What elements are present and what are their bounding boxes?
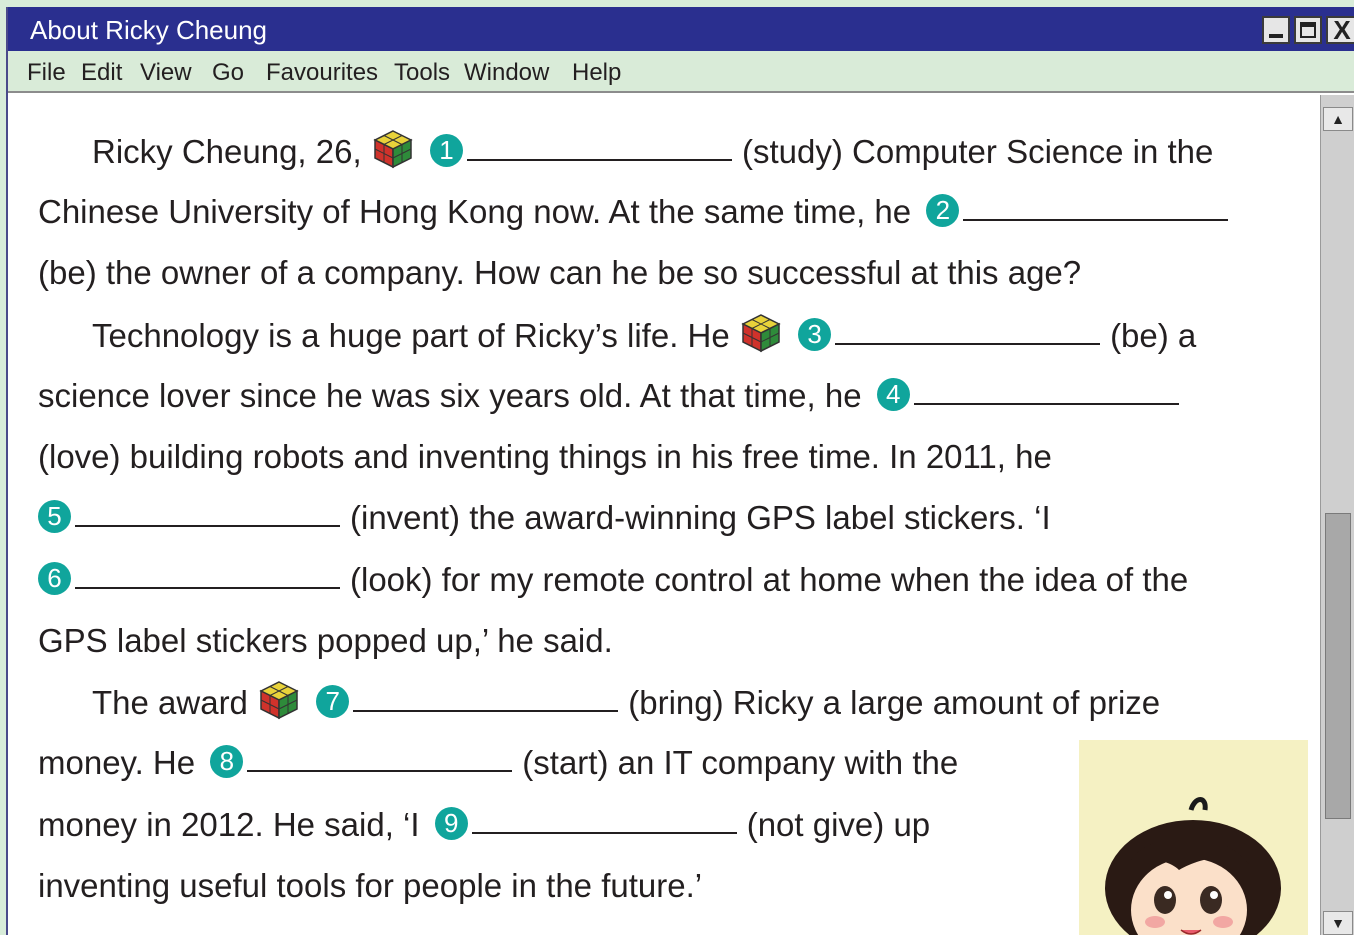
- question-number-3: 3: [798, 318, 832, 351]
- menu-favourites[interactable]: Favourites: [266, 59, 378, 87]
- menu-edit[interactable]: Edit: [81, 59, 122, 87]
- text-segment: science lover since he was six years old…: [38, 377, 862, 414]
- text-line: (love) building robots and inventing thi…: [38, 435, 1052, 479]
- window-title: About Ricky Cheung: [30, 15, 268, 45]
- answer-blank-3[interactable]: [835, 343, 1101, 345]
- maximize-button[interactable]: [1294, 16, 1322, 44]
- text-segment: Technology is a huge part of Ricky’s lif…: [92, 317, 730, 354]
- text-line: inventing useful tools for people in the…: [38, 864, 702, 908]
- question-number-8: 8: [210, 745, 244, 778]
- answer-blank-8[interactable]: [247, 770, 513, 772]
- text-line: Technology is a huge part of Ricky’s lif…: [38, 313, 1196, 357]
- text-line: Chinese University of Hong Kong now. At …: [38, 190, 1238, 234]
- answer-blank-7[interactable]: [353, 710, 619, 712]
- minimize-button[interactable]: [1262, 16, 1290, 44]
- menu-help[interactable]: Help: [572, 59, 621, 87]
- menu-file[interactable]: File: [27, 59, 66, 87]
- rubiks-cube-icon: [741, 314, 781, 353]
- menu-go[interactable]: Go: [212, 59, 244, 87]
- close-icon: X: [1333, 15, 1351, 45]
- question-number-7: 7: [316, 685, 350, 718]
- text-line: science lover since he was six years old…: [38, 374, 1189, 418]
- maximize-icon: [1296, 18, 1320, 42]
- scroll-down-button[interactable]: ▼: [1323, 911, 1353, 935]
- browser-window: About Ricky Cheung X File Edit View Go F…: [6, 7, 1354, 935]
- text-line: 6 (look) for my remote control at home wh…: [38, 558, 1188, 602]
- question-number-1: 1: [429, 134, 463, 167]
- menu-view[interactable]: View: [140, 59, 192, 87]
- vertical-scrollbar[interactable]: ▲ ▼: [1320, 95, 1354, 935]
- text-line: money in 2012. He said, ‘I 9 (not give) u…: [38, 803, 930, 847]
- question-number-9: 9: [434, 807, 468, 840]
- close-button[interactable]: X: [1326, 16, 1354, 44]
- text-segment: Ricky Cheung, 26,: [92, 133, 362, 170]
- scroll-up-button[interactable]: ▲: [1323, 107, 1353, 131]
- menu-bar: File Edit View Go Favourites Tools Windo…: [8, 51, 1354, 93]
- text-segment: (be) the owner of a company. How can he …: [38, 254, 1082, 291]
- text-line: The award 7 (bring) Ricky a large amount …: [38, 680, 1160, 724]
- menu-tools[interactable]: Tools: [394, 59, 450, 87]
- answer-blank-1[interactable]: [466, 159, 732, 161]
- question-number-6: 6: [38, 562, 71, 595]
- text-line: Ricky Cheung, 26, 1 (study) Computer Scie…: [38, 129, 1213, 173]
- answer-blank-9[interactable]: [471, 832, 737, 834]
- text-segment: (start) an IT company with the: [522, 744, 959, 781]
- text-segment: (love) building robots and inventing thi…: [38, 438, 1052, 475]
- answer-blank-4[interactable]: [913, 403, 1179, 405]
- girl-drawing: [1105, 797, 1281, 935]
- text-segment: (bring) Ricky a large amount of prize: [628, 684, 1161, 721]
- text-line: 5 (invent) the award-winning GPS label st…: [38, 496, 1051, 540]
- text-segment: inventing useful tools for people in the…: [38, 867, 703, 904]
- text-segment: (look) for my remote control at home whe…: [350, 561, 1189, 598]
- text-segment: (be) a: [1110, 317, 1197, 354]
- answer-blank-2[interactable]: [963, 219, 1229, 221]
- answer-blank-5[interactable]: [75, 525, 340, 527]
- text-segment: GPS label stickers popped up,’ he said.: [38, 622, 613, 659]
- girl-illustration: [1079, 740, 1308, 935]
- answer-blank-6[interactable]: [75, 587, 340, 589]
- text-line: (be) the owner of a company. How can he …: [38, 251, 1081, 295]
- text-line: GPS label stickers popped up,’ he said.: [38, 619, 613, 663]
- scrollbar-thumb[interactable]: [1325, 513, 1351, 819]
- rubiks-cube-icon: [373, 130, 413, 169]
- text-line: money. He 8 (start) an IT company with th…: [38, 741, 958, 785]
- rubiks-cube-icon: [259, 681, 299, 720]
- question-number-5: 5: [38, 500, 71, 533]
- question-number-2: 2: [926, 194, 960, 227]
- menu-window[interactable]: Window: [464, 59, 549, 87]
- question-number-4: 4: [876, 378, 910, 411]
- article-content: Ricky Cheung, 26, 1 (study) Computer Scie…: [8, 95, 1320, 935]
- text-segment: (study) Computer Science in the: [741, 133, 1214, 170]
- title-bar: About Ricky Cheung X: [8, 7, 1354, 51]
- text-segment: (invent) the award-winning GPS label sti…: [350, 499, 1051, 536]
- text-segment: Chinese University of Hong Kong now. At …: [38, 193, 912, 230]
- text-segment: The award: [92, 684, 248, 721]
- minimize-icon: [1264, 18, 1288, 42]
- text-segment: (not give) up: [746, 806, 931, 843]
- text-segment: money in 2012. He said, ‘I: [38, 806, 420, 843]
- text-segment: money. He: [38, 744, 196, 781]
